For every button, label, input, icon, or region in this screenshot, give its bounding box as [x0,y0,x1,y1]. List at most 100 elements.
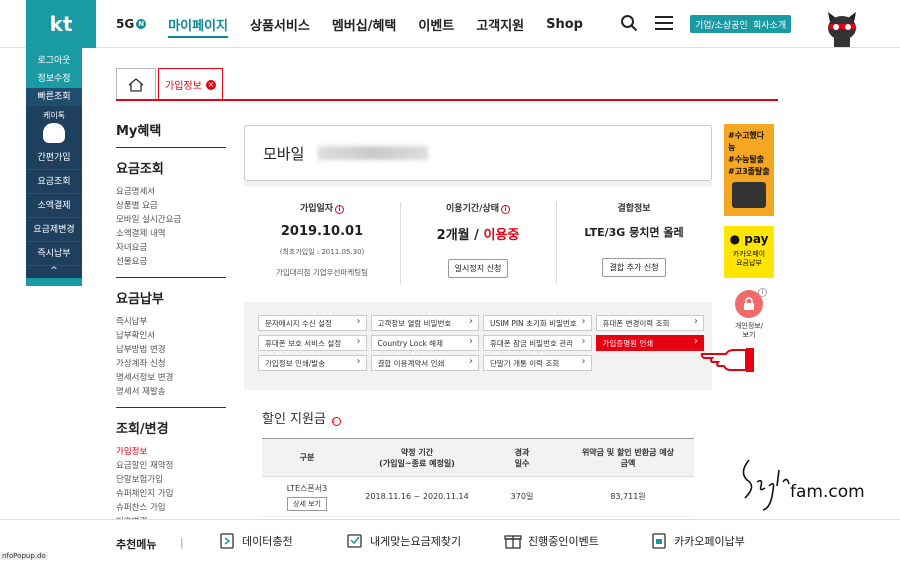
side-link[interactable]: 가상계좌 신청 [116,357,226,371]
ktalk-character[interactable]: 케이톡 [26,106,82,146]
side-link[interactable]: 상품별 요금 [116,199,226,213]
period-text: 2개월 / [436,228,479,243]
close-tab-icon[interactable]: × [205,79,216,90]
home-tab[interactable] [116,68,156,100]
action-buttons: 문자메시지 수신 설정 고객정보 열람 비밀번호 USIM PIN 초기화 비밀… [258,315,704,371]
bill-links: 요금명세서 상품별 요금 모바일 실시간요금 소액결제 내역 자녀요금 선물요금 [116,185,226,269]
info-icon[interactable]: i [332,417,342,426]
action-button[interactable]: 가입정보 인쇄/발송 [258,355,367,371]
suneung-banner[interactable]: #수고했다능 #수능탈출 #고3졸탈출 [724,124,774,216]
divider [116,147,226,148]
mascot-character-icon[interactable] [822,8,862,48]
nav-support[interactable]: 고객지원 [476,0,524,48]
action-button[interactable]: 단말기 개통 이력 조회 [483,355,592,371]
action-button[interactable]: USIM PIN 초기화 비밀번호 [483,315,592,331]
side-link[interactable]: 슈퍼체인지 가입 [116,487,226,501]
bundle-heading: 결합정보 [617,204,651,214]
action-button[interactable]: 고객정보 열람 비밀번호 [370,315,479,331]
side-link[interactable]: 납부방법 변경 [116,343,226,357]
divider [116,277,226,278]
bundle-col: 결합정보 LTE/3G 뭉치면 올레 결합 추가 신청 [556,187,712,302]
side-link[interactable]: 단말보험가입 [116,473,226,487]
action-button[interactable]: 휴대폰 변경이력 조회 [595,315,704,331]
table-header: 구분 [262,438,352,477]
pay-links: 즉시납부 납부확인서 납부방법 변경 가상계좌 신청 명세서정보 변경 명세서 … [116,315,226,399]
nav-5g[interactable]: 5G N [116,0,147,48]
action-button[interactable]: 휴대폰 잠금 비밀번호 관리 [483,335,592,351]
side-link[interactable]: 슈퍼찬스 가입 [116,501,226,515]
side-link[interactable]: 납부확인서 [116,329,226,343]
quick-micro-payment[interactable]: 소액결제 [26,194,82,218]
side-link[interactable]: 소액결제 내역 [116,227,226,241]
info-badge-icon: i [758,288,767,297]
tab-join-info-label: 가입정보 [165,81,202,92]
hamburger-menu-icon[interactable] [655,15,673,31]
side-link[interactable]: 즉시납부 [116,315,226,329]
company-button[interactable]: 회사소개 [748,15,792,33]
side-heading-change[interactable]: 조회/변경 [116,418,226,437]
side-heading-benefit[interactable]: My혜택 [116,120,226,139]
tab-underline [116,99,778,101]
info-icon[interactable]: i [500,205,510,214]
add-bundle-button[interactable]: 결합 추가 신청 [602,258,666,277]
nav-products[interactable]: 상품서비스 [250,0,310,48]
action-button[interactable]: 결합 이용계약서 인쇄 [370,355,479,371]
search-icon[interactable] [620,14,638,32]
nav-mypage[interactable]: 마이페이지 [168,0,228,48]
side-link-active[interactable]: 가입정보 [116,445,226,459]
kt-logo[interactable]: kt [26,0,96,48]
banner-image [732,182,766,208]
padlock-icon [744,297,754,310]
quick-bill-view[interactable]: 요금조회 [26,170,82,194]
side-heading-bill[interactable]: 요금조회 [116,158,226,177]
action-button[interactable]: 문자메시지 수신 설정 [258,315,367,331]
nav-shop[interactable]: Shop [546,0,583,48]
privacy-label: 개인정보/ 보기 [734,322,764,339]
banner-line: #수고했다능 [728,131,765,152]
side-link[interactable]: 명세서 재발송 [116,385,226,399]
side-link[interactable]: 명세서정보 변경 [116,371,226,385]
nav-membership[interactable]: 멤버십/혜택 [332,0,397,48]
join-date-heading-text: 가입일자 [299,204,334,214]
scroll-up-icon[interactable]: ^ [26,266,82,278]
status-text: 이용중 [483,228,520,243]
edit-info-link[interactable]: 정보수정 [26,70,82,88]
action-button[interactable]: Country Lock 해제 [370,335,479,351]
blurred-phone-number [318,146,429,160]
character-face-icon [43,122,65,143]
find-plan-link[interactable]: 내게맞는요금제찾기 [346,532,461,550]
privacy-view-toggle[interactable]: i 개인정보/ 보기 [724,288,774,340]
action-button[interactable]: 휴대폰 보호 서비스 설정 [258,335,367,351]
side-link[interactable]: 요금할인 재약정 [116,459,226,473]
events-link[interactable]: 진행중인이벤트 [504,532,599,550]
data-charge-link[interactable]: 데이터충전 [218,532,293,550]
table-row: LTE스폰서3 상세 보기 2018.11.16 ~ 2020.11.14 370… [262,476,694,517]
kakaopay-text: 카카오페이 요금납부 [732,250,766,267]
kakaopay-logo: ● pay [729,232,769,246]
side-link[interactable]: 모바일 실시간요금 [116,213,226,227]
business-button[interactable]: 기업/소상공인 [690,15,753,33]
kakaopay-banner[interactable]: ● pay 카카오페이 요금납부 [724,226,774,278]
kakaopay-pay-link[interactable]: 카카오페이납부 [650,532,745,550]
quick-search-link[interactable]: 빠른조회 [26,88,82,106]
side-link[interactable]: 요금명세서 [116,185,226,199]
nav-events[interactable]: 이벤트 [418,0,454,48]
side-link[interactable]: 자녀요금 [116,241,226,255]
join-date-col: 가입일자 i 2019.10.01 (최초가입일 : 2011.05.30) 가입… [244,187,400,302]
tab-join-info[interactable]: 가입정보 × [158,68,223,100]
main-nav: 5G N 마이페이지 상품서비스 멤버십/혜택 이벤트 고객지원 Shop [116,0,583,48]
quick-menu: 로그아웃 정보수정 빠른조회 케이톡 간편가입 요금조회 소액결제 요금제변경 … [26,48,82,286]
side-heading-pay[interactable]: 요금납부 [116,288,226,307]
quick-plan-change[interactable]: 요금제변경 [26,218,82,242]
quick-easy-join[interactable]: 간편가입 [26,146,82,170]
empty-cell [596,355,705,371]
side-link[interactable]: 선물요금 [116,255,226,269]
suspend-button[interactable]: 일시정지 신청 [447,259,509,278]
detail-button[interactable]: 상세 보기 [287,496,327,511]
print-certificate-button[interactable]: 가입증명원 인쇄 [595,335,704,351]
watermark-text: fam.com [790,482,865,502]
info-icon[interactable]: i [335,205,345,214]
logout-link[interactable]: 로그아웃 [26,52,82,70]
quick-instant-pay[interactable]: 즉시납부 [26,242,82,266]
kakaopay-icon [652,533,666,549]
